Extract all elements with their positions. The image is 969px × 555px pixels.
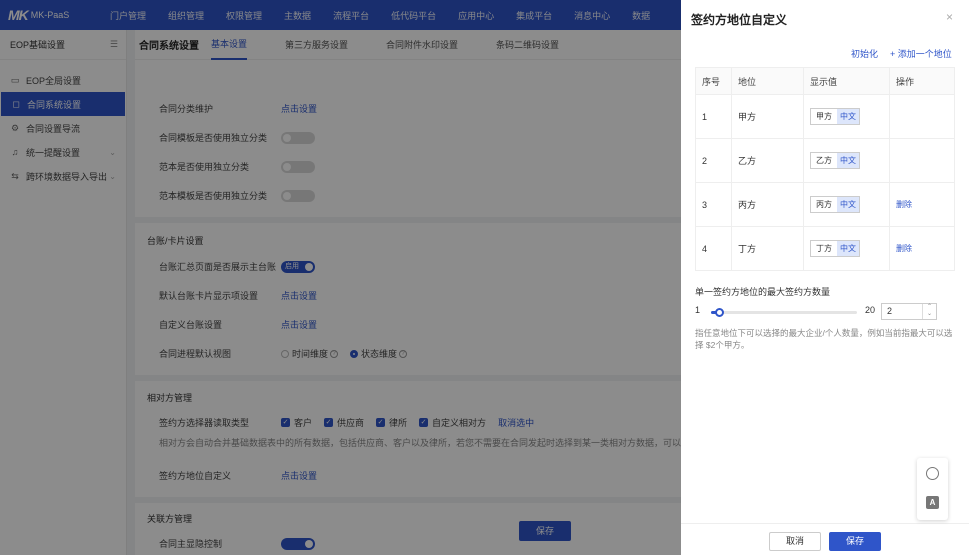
slider-max-label: 20 — [865, 305, 876, 315]
max-count-hint: 指任意地位下可以选择的最大企业/个人数量，例如当前指最大可以选择 $2个甲方。 — [695, 328, 953, 350]
language-tag[interactable]: 中文 — [837, 153, 859, 168]
max-count-value: 2 — [887, 306, 893, 316]
slider-min-label: 1 — [695, 305, 701, 315]
row-number: 2 — [695, 138, 732, 183]
drawer-actions: 初始化 + 添加一个地位 — [851, 47, 952, 60]
row-role: 甲方 — [731, 94, 804, 139]
robot-icon[interactable] — [926, 467, 939, 480]
max-count-input[interactable]: 2 ⌃ ⌄ — [881, 303, 937, 320]
table-row: 4 丁方 丁方 中文 删除 — [695, 226, 955, 271]
language-tag[interactable]: 中文 — [837, 109, 859, 124]
table-row: 2 乙方 乙方 中文 — [695, 138, 955, 183]
display-value: 甲方 — [816, 112, 832, 121]
table-row: 3 丙方 丙方 中文 删除 — [695, 182, 955, 227]
row-role: 乙方 — [731, 138, 804, 183]
display-value-input[interactable]: 甲方 中文 — [810, 108, 860, 125]
row-action — [889, 138, 955, 183]
language-tag[interactable]: 中文 — [837, 241, 859, 256]
drawer-title: 签约方地位自定义 — [691, 13, 788, 27]
table-header-row: 序号 地位 显示值 操作 — [695, 67, 955, 95]
delete-link[interactable]: 删除 — [896, 244, 912, 253]
max-count-label: 单一签约方地位的最大签约方数量 — [695, 287, 831, 297]
column-header: 操作 — [889, 67, 955, 95]
table-row: 1 甲方 甲方 中文 — [695, 94, 955, 139]
row-action — [889, 94, 955, 139]
modal-overlay[interactable] — [0, 0, 681, 555]
row-number: 4 — [695, 226, 732, 271]
display-value-input[interactable]: 乙方 中文 — [810, 152, 860, 169]
row-number: 1 — [695, 94, 732, 139]
translate-icon[interactable]: A — [926, 496, 939, 509]
column-header: 序号 — [695, 67, 732, 95]
stepper-arrows-icon[interactable]: ⌃ ⌄ — [922, 304, 936, 319]
row-action: 删除 — [889, 226, 955, 271]
row-role: 丙方 — [731, 182, 804, 227]
close-icon[interactable]: × — [946, 10, 953, 24]
cancel-button[interactable]: 取消 — [769, 532, 821, 551]
slider-track[interactable] — [711, 308, 857, 317]
reset-button[interactable]: 初始化 — [851, 47, 878, 60]
drawer-footer: 取消 保存 — [681, 523, 969, 555]
display-value-input[interactable]: 丁方 中文 — [810, 240, 860, 257]
display-value: 丙方 — [816, 200, 832, 209]
display-value-cell: 丙方 中文 — [803, 182, 890, 227]
display-value-cell: 丁方 中文 — [803, 226, 890, 271]
slider-handle[interactable] — [714, 308, 724, 317]
column-header: 显示值 — [803, 67, 890, 95]
role-table: 序号 地位 显示值 操作 1 甲方 甲方中文 2 乙方 乙方中文 3 丙方 — [695, 67, 955, 271]
language-tag[interactable]: 中文 — [837, 197, 859, 212]
max-count-slider-row: 1 20 2 ⌃ ⌄ — [695, 303, 955, 320]
add-role-button[interactable]: + 添加一个地位 — [890, 47, 952, 60]
display-value-cell: 乙方 中文 — [803, 138, 890, 183]
display-value: 乙方 — [816, 156, 832, 165]
display-value-input[interactable]: 丙方 中文 — [810, 196, 860, 213]
delete-link[interactable]: 删除 — [896, 200, 912, 209]
display-value-cell: 甲方 中文 — [803, 94, 890, 139]
row-action: 删除 — [889, 182, 955, 227]
row-number: 3 — [695, 182, 732, 227]
save-button[interactable]: 保存 — [829, 532, 881, 551]
display-value: 丁方 — [816, 244, 832, 253]
column-header: 地位 — [731, 67, 804, 95]
row-role: 丁方 — [731, 226, 804, 271]
floating-toolbar: A — [917, 458, 948, 520]
